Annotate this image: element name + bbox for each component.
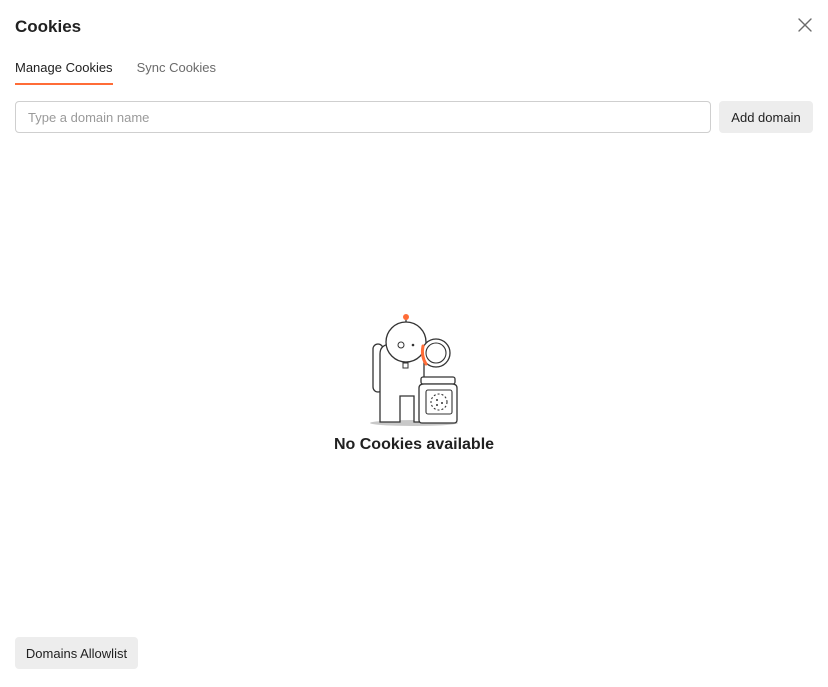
- tab-bar: Manage Cookies Sync Cookies: [15, 60, 216, 85]
- domains-allowlist-button[interactable]: Domains Allowlist: [15, 637, 138, 669]
- astronaut-cookie-jar-illustration: [370, 314, 458, 426]
- modal-title: Cookies: [15, 17, 82, 36]
- tab-manage-cookies[interactable]: Manage Cookies: [15, 60, 113, 85]
- cookies-modal: Cookies Manage Cookies Sync Cookies Add …: [0, 0, 828, 687]
- empty-state-message: No Cookies available: [333, 436, 495, 453]
- close-icon: [798, 18, 812, 32]
- tab-sync-cookies[interactable]: Sync Cookies: [137, 60, 216, 85]
- domain-input[interactable]: [15, 101, 711, 133]
- close-button[interactable]: [795, 15, 815, 35]
- add-domain-button[interactable]: Add domain: [719, 101, 813, 133]
- empty-state: No Cookies available: [0, 310, 828, 454]
